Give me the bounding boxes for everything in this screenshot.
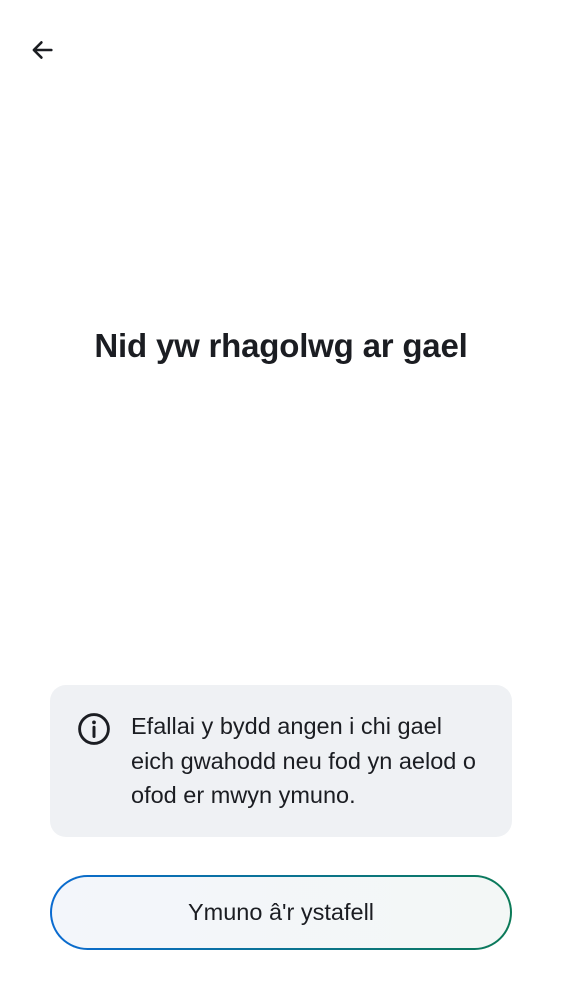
back-button[interactable] bbox=[20, 28, 64, 72]
page-title: Nid yw rhagolwg ar gael bbox=[94, 327, 468, 364]
arrow-left-icon bbox=[32, 41, 53, 59]
info-notice: Efallai y bydd angen i chi gael eich gwa… bbox=[50, 685, 512, 837]
join-room-button[interactable]: Ymuno â'r ystafell bbox=[50, 875, 512, 950]
notice-text: Efallai y bydd angen i chi gael eich gwa… bbox=[131, 713, 476, 808]
info-circle-icon bbox=[78, 713, 110, 745]
